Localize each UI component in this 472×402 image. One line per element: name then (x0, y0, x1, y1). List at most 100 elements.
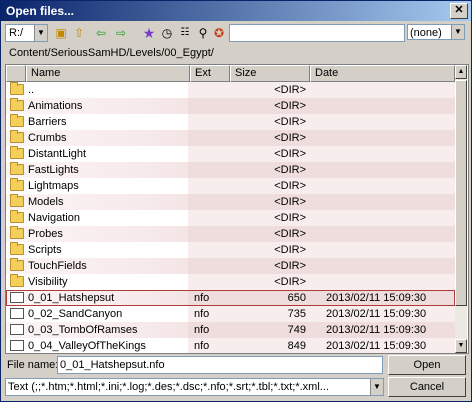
cell-date (326, 114, 454, 130)
cell-ext: nfo (194, 324, 210, 336)
chevron-down-icon[interactable]: ▼ (451, 25, 464, 39)
folder-row[interactable]: FastLights <DIR> (6, 162, 455, 178)
cell-ext (194, 226, 232, 242)
cell-date: 2013/02/11 15:09:30 (326, 292, 427, 304)
file-list[interactable]: Name Ext Size Date .. <DIR> Animations <DIR… (5, 64, 469, 354)
folder-icon (10, 178, 24, 191)
vertical-scrollbar[interactable]: ▲ ▼ (455, 65, 467, 353)
list-view-icon[interactable]: ☷ (177, 25, 193, 41)
history-icon[interactable]: ◷ (159, 25, 175, 41)
cell-name: Probes (28, 228, 63, 240)
cell-date: 2013/02/11 15:09:30 (326, 340, 427, 352)
cell-size: 749 (287, 324, 306, 336)
folder-row[interactable]: Models <DIR> (6, 194, 455, 210)
file-icon (10, 340, 24, 351)
cell-ext (194, 258, 232, 274)
forward-icon[interactable]: ⇨ (113, 25, 129, 41)
file-row[interactable]: 0_03_TombOfRamses nfo 749 2013/02/11 15:09:… (6, 322, 455, 338)
cell-name: Navigation (28, 212, 80, 224)
folder-row[interactable]: Animations <DIR> (6, 98, 455, 114)
cell-ext (194, 130, 232, 146)
cell-size: <DIR> (274, 212, 306, 224)
folder-icon (10, 82, 24, 95)
cell-ext: nfo (194, 340, 210, 352)
cell-size: <DIR> (274, 244, 306, 256)
cell-name: Crumbs (28, 132, 67, 144)
cell-ext: nfo (194, 308, 210, 320)
file-name-label: File name: (7, 359, 59, 371)
cell-name: 0_02_SandCanyon (28, 308, 123, 320)
cell-name: Visibility (28, 276, 68, 288)
preset-select[interactable]: (none) ▼ (407, 24, 465, 40)
column-date[interactable]: Date (310, 65, 455, 82)
cell-date: 2013/02/11 15:09:30 (326, 308, 427, 320)
back-icon[interactable]: ⇦ (93, 25, 109, 41)
cell-size: <DIR> (274, 180, 306, 192)
cell-date (326, 178, 454, 194)
folder-row[interactable]: Crumbs <DIR> (6, 130, 455, 146)
cell-name: Barriers (28, 116, 67, 128)
cell-ext (194, 242, 232, 258)
folder-row[interactable]: DistantLight <DIR> (6, 146, 455, 162)
cell-size: <DIR> (274, 84, 306, 96)
cell-ext (194, 194, 232, 210)
cell-date (326, 82, 454, 98)
cell-name: Scripts (28, 244, 62, 256)
scroll-up-icon[interactable]: ▲ (455, 65, 467, 79)
cell-size: <DIR> (274, 276, 306, 288)
folder-row[interactable]: Barriers <DIR> (6, 114, 455, 130)
folder-row[interactable]: TouchFields <DIR> (6, 258, 455, 274)
cell-size: 735 (287, 308, 306, 320)
cell-size: <DIR> (274, 132, 306, 144)
chevron-down-icon[interactable]: ▼ (370, 379, 383, 395)
open-button[interactable]: Open (388, 355, 466, 375)
filter-input[interactable] (229, 24, 405, 42)
file-row[interactable]: 0_01_Hatshepsut nfo 650 2013/02/11 15:09:30 (6, 290, 455, 306)
cell-date: 2013/02/11 15:09:30 (326, 324, 427, 336)
file-icon (10, 324, 24, 335)
up-folder-icon[interactable]: ⇧ (71, 25, 87, 41)
cell-name: Models (28, 196, 64, 208)
list-header: Name Ext Size Date (6, 65, 455, 82)
folder-row[interactable]: Scripts <DIR> (6, 242, 455, 258)
folder-row[interactable]: .. <DIR> (6, 82, 455, 98)
cell-name: .. (28, 84, 35, 96)
path-bar[interactable]: Content/SeriousSamHD/Levels/00_Egypt/ (5, 45, 467, 62)
search-icon[interactable]: ⚲ (195, 25, 211, 41)
cell-ext (194, 274, 232, 290)
folder-row[interactable]: Lightmaps <DIR> (6, 178, 455, 194)
new-folder-icon[interactable]: ▣ (53, 25, 69, 41)
cell-date (326, 258, 454, 274)
file-name-input[interactable]: 0_01_Hatshepsut.nfo (57, 356, 383, 374)
chevron-down-icon[interactable]: ▼ (34, 25, 47, 41)
column-ext[interactable]: Ext (190, 65, 230, 82)
folder-row[interactable]: Navigation <DIR> (6, 210, 455, 226)
cell-ext: nfo (194, 292, 210, 304)
file-row[interactable]: 0_02_SandCanyon nfo 735 2013/02/11 15:09:30 (6, 306, 455, 322)
star-icon[interactable]: ★ (141, 25, 157, 41)
cell-size: <DIR> (274, 116, 306, 128)
drive-value: R:/ (9, 27, 24, 39)
column-name[interactable]: Name (26, 65, 190, 82)
file-icon (10, 292, 24, 303)
close-icon[interactable]: ✕ (450, 3, 468, 19)
folder-icon (10, 98, 24, 111)
folder-icon (10, 146, 24, 159)
file-type-select[interactable]: Text (;;*.htm;*.html;*.ini;*.log;*.des;*… (5, 378, 384, 396)
file-type-value: Text (;;*.htm;*.html;*.ini;*.log;*.des;*… (8, 381, 329, 393)
cancel-button[interactable]: Cancel (388, 377, 466, 397)
file-row[interactable]: 0_04_ValleyOfTheKings nfo 849 2013/02/11 15… (6, 338, 455, 353)
favorite-icon[interactable]: ✪ (211, 25, 227, 41)
folder-row[interactable]: Probes <DIR> (6, 226, 455, 242)
header-icon-column[interactable] (6, 65, 26, 82)
folder-row[interactable]: Visibility <DIR> (6, 274, 455, 290)
cell-date (326, 98, 454, 114)
cell-size: 849 (287, 340, 306, 352)
drive-select[interactable]: R:/ ▼ (5, 24, 48, 42)
folder-icon (10, 242, 24, 255)
column-size[interactable]: Size (230, 65, 310, 82)
scroll-thumb[interactable] (455, 80, 467, 306)
cell-name: 0_03_TombOfRamses (28, 324, 138, 336)
cell-size: <DIR> (274, 100, 306, 112)
scroll-down-icon[interactable]: ▼ (455, 339, 467, 353)
